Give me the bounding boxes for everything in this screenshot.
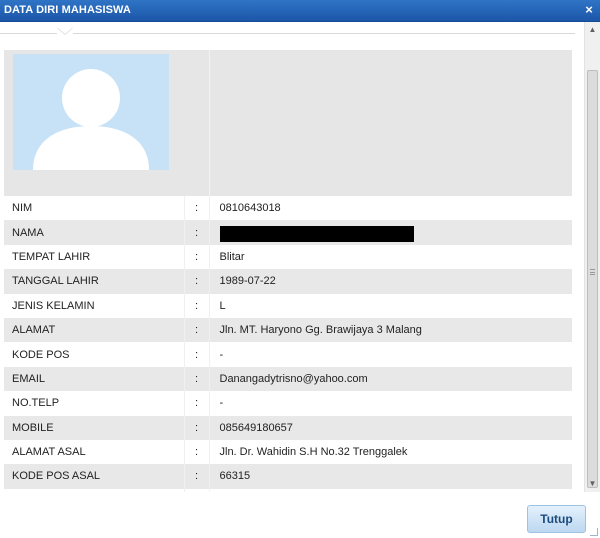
vertical-scrollbar[interactable]: ▲ ▼ (584, 22, 600, 492)
table-row: ALAMAT: Jln. MT. Haryono Gg. Brawijaya 3 … (4, 317, 572, 343)
field-label: KODE POS (4, 342, 185, 367)
student-data-dialog: DATA DIRI MAHASISWA × NIM: 0810643018 N… (0, 0, 600, 538)
pointer-notch (57, 28, 73, 36)
field-value: 0810643018 (209, 196, 572, 221)
close-icon[interactable]: × (582, 2, 596, 18)
student-data-table: NIM:0810643018 NAMA: TEMPAT LAHIR: Blitar TA… (4, 50, 572, 492)
field-value: Jln. MT. Haryono Gg. Brawijaya 3 Malang (209, 317, 572, 343)
field-value: Jln. Dr. Wahidin S.H No.32 Trenggalek (209, 439, 572, 465)
table-row: NIM:0810643018 (4, 196, 572, 221)
field-label: KODE POS ASAL (4, 464, 185, 489)
field-separator: : (184, 391, 210, 416)
field-value: - (209, 342, 572, 367)
field-value: L (209, 293, 572, 318)
field-value: Danangadytrisno@yahoo.com (209, 366, 572, 392)
field-label: ALAMAT ASAL (4, 439, 185, 465)
field-value: - (209, 391, 572, 416)
dialog-titlebar: DATA DIRI MAHASISWA × (0, 0, 600, 22)
field-label: TEMPAT LAHIR (4, 244, 185, 270)
table-row: MOBILE:085649180657 (4, 415, 572, 440)
field-value: 085649180657 (209, 415, 572, 440)
scroll-up-icon[interactable]: ▲ (585, 22, 600, 38)
table-row: NO.TELP: - (4, 391, 572, 416)
field-label: NAMA (4, 220, 185, 245)
field-label: NIM (4, 196, 185, 221)
field-label: ALAMAT (4, 317, 185, 343)
table-row: NAMA: (4, 220, 572, 245)
field-separator: : (184, 196, 210, 221)
field-label: MOBILE (4, 415, 185, 440)
close-button[interactable]: Tutup (527, 505, 586, 533)
field-label: EMAIL (4, 366, 185, 392)
table-row: TEMPAT LAHIR: Blitar (4, 244, 572, 270)
field-label: TANGGAL LAHIR (4, 269, 185, 294)
field-separator: : (184, 293, 210, 318)
field-separator: : (184, 220, 210, 245)
table-row: KODE POS: - (4, 342, 572, 367)
field-separator: : (184, 244, 210, 270)
avatar-silhouette (33, 69, 149, 170)
field-separator: : (184, 269, 210, 294)
resize-handle-icon[interactable] (590, 528, 598, 536)
table-row: JENIS KELAMIN: L (4, 293, 572, 318)
user-silhouette-icon (13, 54, 169, 170)
table-row: TANGGAL LAHIR:1989-07-22 (4, 269, 572, 294)
photo-cell (4, 50, 210, 196)
field-separator: : (184, 464, 210, 489)
photo-row (4, 50, 572, 196)
photo-spacer (209, 50, 572, 196)
grip-icon (590, 269, 595, 275)
field-value (209, 220, 572, 245)
table-row: KODE POS ASAL:66315 (4, 464, 572, 489)
field-value: 66315 (209, 464, 572, 489)
field-label: JENIS KELAMIN (4, 293, 185, 318)
field-value: 1989-07-22 (209, 269, 572, 294)
dialog-title: DATA DIRI MAHASISWA (4, 4, 131, 16)
field-separator: : (184, 439, 210, 465)
field-separator: : (184, 317, 210, 343)
scroll-down-icon[interactable]: ▼ (585, 476, 600, 492)
table-row: ALAMAT ASAL: Jln. Dr. Wahidin S.H No.32 T… (4, 439, 572, 465)
field-separator: : (184, 366, 210, 392)
dialog-content: NIM:0810643018 NAMA: TEMPAT LAHIR: Blitar TA… (0, 22, 600, 492)
field-separator: : (184, 415, 210, 440)
scroll-thumb[interactable] (587, 70, 598, 488)
field-separator: : (184, 342, 210, 367)
redacted-name (219, 225, 414, 242)
field-label: NO.TELP (4, 391, 185, 416)
field-value: Blitar (209, 244, 572, 270)
dialog-footer: Tutup (0, 492, 600, 538)
divider (0, 33, 575, 34)
table-row: EMAIL: Danangadytrisno@yahoo.com (4, 366, 572, 392)
